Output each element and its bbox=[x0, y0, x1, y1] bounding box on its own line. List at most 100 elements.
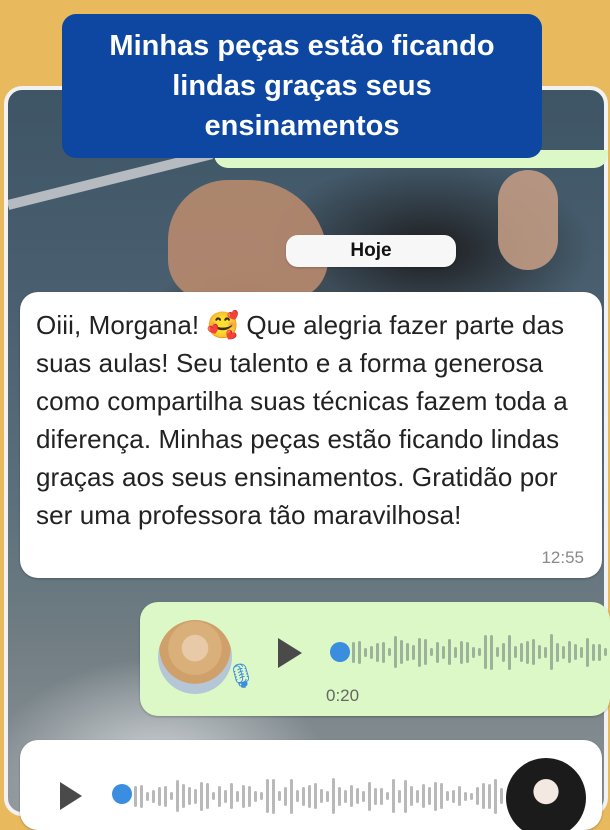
audio-waveform[interactable] bbox=[134, 776, 503, 816]
waveform-bar bbox=[200, 781, 203, 811]
waveform-bar bbox=[176, 780, 179, 812]
waveform-bar bbox=[356, 788, 359, 804]
waveform-bar bbox=[484, 635, 487, 669]
waveform-bar bbox=[500, 788, 503, 804]
waveform-bar bbox=[350, 785, 353, 807]
waveform-bar bbox=[230, 783, 233, 809]
waveform-bar bbox=[164, 785, 167, 807]
waveform-bar bbox=[182, 784, 185, 808]
waveform-bar bbox=[430, 648, 433, 656]
waveform-bar bbox=[502, 642, 505, 662]
waveform-bar bbox=[218, 785, 221, 807]
waveform-bar bbox=[398, 789, 401, 803]
waveform-bar bbox=[320, 789, 323, 803]
waveform-bar bbox=[394, 636, 397, 668]
waveform-bar bbox=[436, 641, 439, 663]
waveform-bar bbox=[562, 645, 565, 659]
waveform-bar bbox=[296, 790, 299, 802]
message-time: 12:55 bbox=[541, 548, 584, 567]
waveform-bar bbox=[152, 789, 155, 803]
waveform-bar bbox=[532, 639, 535, 665]
caption-text: Minhas peças estão ficando lindas graças… bbox=[109, 30, 495, 142]
waveform-bar bbox=[358, 640, 361, 664]
waveform-bar bbox=[290, 778, 293, 814]
waveform-bar bbox=[406, 643, 409, 661]
waveform-bar bbox=[338, 786, 341, 806]
caption-banner: Minhas peças estão ficando lindas graças… bbox=[62, 14, 542, 158]
waveform-bar bbox=[308, 784, 311, 808]
waveform-bar bbox=[538, 645, 541, 659]
waveform-bar bbox=[382, 641, 385, 663]
waveform-bar bbox=[526, 640, 529, 664]
waveform-bar bbox=[374, 787, 377, 805]
waveform-bar bbox=[332, 778, 335, 814]
waveform-bar bbox=[454, 646, 457, 658]
waveform-bar bbox=[158, 786, 161, 806]
waveform-bar bbox=[302, 786, 305, 806]
audio-duration: 0:20 bbox=[326, 686, 360, 705]
waveform-bar bbox=[368, 781, 371, 811]
waveform-bar bbox=[580, 646, 583, 658]
avatar[interactable] bbox=[506, 758, 586, 830]
waveform-bar bbox=[206, 783, 209, 809]
waveform-bar bbox=[170, 792, 173, 800]
outgoing-audio-message[interactable]: 🎙 0:20 bbox=[140, 602, 610, 716]
play-icon[interactable] bbox=[278, 638, 302, 668]
waveform-bar bbox=[266, 779, 269, 813]
waveform-bar bbox=[508, 634, 511, 670]
waveform-bar bbox=[440, 783, 443, 809]
waveform-bar bbox=[592, 643, 595, 661]
waveform-bar bbox=[478, 648, 481, 656]
waveform-bar bbox=[224, 789, 227, 803]
mic-icon: 🎙 bbox=[226, 663, 257, 690]
waveform-bar bbox=[544, 646, 547, 658]
waveform-bar bbox=[410, 786, 413, 806]
audio-waveform[interactable] bbox=[352, 632, 610, 672]
audio-progress-handle[interactable] bbox=[112, 784, 132, 804]
waveform-bar bbox=[604, 648, 607, 656]
waveform-bar bbox=[146, 791, 149, 801]
waveform-bar bbox=[496, 647, 499, 657]
waveform-bar bbox=[364, 647, 367, 657]
waveform-bar bbox=[460, 640, 463, 664]
waveform-bar bbox=[248, 785, 251, 807]
audio-progress-handle[interactable] bbox=[330, 642, 350, 662]
waveform-bar bbox=[376, 642, 379, 662]
waveform-bar bbox=[140, 784, 143, 808]
waveform-bar bbox=[188, 787, 191, 805]
waveform-bar bbox=[442, 645, 445, 659]
waveform-bar bbox=[212, 792, 215, 800]
play-icon[interactable] bbox=[60, 782, 82, 810]
waveform-bar bbox=[476, 787, 479, 805]
waveform-bar bbox=[134, 785, 137, 807]
waveform-bar bbox=[416, 789, 419, 803]
date-separator-label: Hoje bbox=[350, 240, 392, 261]
waveform-bar bbox=[388, 648, 391, 656]
waveform-bar bbox=[514, 646, 517, 658]
waveform-bar bbox=[488, 783, 491, 809]
waveform-bar bbox=[428, 787, 431, 805]
waveform-bar bbox=[424, 639, 427, 665]
waveform-bar bbox=[392, 779, 395, 813]
waveform-bar bbox=[352, 641, 355, 663]
waveform-bar bbox=[466, 641, 469, 663]
waveform-bar bbox=[586, 637, 589, 667]
waveform-bar bbox=[458, 786, 461, 806]
waveform-bar bbox=[490, 634, 493, 670]
waveform-bar bbox=[520, 642, 523, 662]
waveform-bar bbox=[574, 644, 577, 660]
incoming-audio-message[interactable] bbox=[20, 740, 602, 830]
waveform-bar bbox=[470, 792, 473, 800]
waveform-bar bbox=[272, 778, 275, 814]
incoming-message-bubble[interactable]: Oiii, Morgana! 🥰 Que alegria fazer parte… bbox=[20, 292, 602, 578]
waveform-bar bbox=[494, 778, 497, 814]
waveform-bar bbox=[472, 646, 475, 658]
waveform-bar bbox=[404, 779, 407, 813]
waveform-bar bbox=[284, 786, 287, 806]
waveform-bar bbox=[452, 789, 455, 803]
waveform-bar bbox=[434, 781, 437, 811]
waveform-bar bbox=[242, 784, 245, 808]
waveform-bar bbox=[314, 783, 317, 809]
waveform-bar bbox=[412, 644, 415, 660]
avatar[interactable] bbox=[158, 620, 232, 694]
